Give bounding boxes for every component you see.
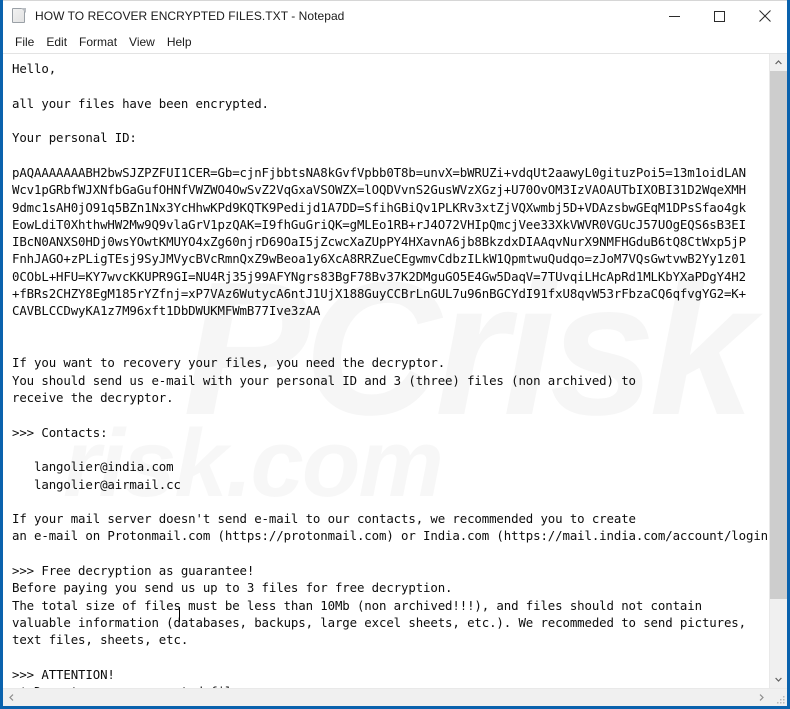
minimize-icon bbox=[669, 15, 680, 17]
text-editor[interactable]: PCrisk risk.com Hello, all your files ha… bbox=[3, 54, 769, 688]
scroll-up-button[interactable] bbox=[770, 54, 787, 71]
window-controls bbox=[652, 1, 787, 31]
editor-row: PCrisk risk.com Hello, all your files ha… bbox=[3, 53, 787, 688]
notepad-window: HOW TO RECOVER ENCRYPTED FILES.TXT - Not… bbox=[0, 0, 790, 709]
menu-item-view[interactable]: View bbox=[123, 32, 161, 52]
chevron-right-icon bbox=[759, 694, 764, 701]
minimize-button[interactable] bbox=[652, 1, 697, 31]
scroll-down-button[interactable] bbox=[770, 671, 787, 688]
text-caret bbox=[179, 607, 180, 622]
vertical-scroll-thumb[interactable] bbox=[770, 71, 787, 599]
menu-item-help[interactable]: Help bbox=[161, 32, 198, 52]
chevron-left-icon bbox=[9, 694, 14, 701]
menu-item-format[interactable]: Format bbox=[73, 32, 123, 52]
menu-item-file[interactable]: File bbox=[9, 32, 40, 52]
window-title: HOW TO RECOVER ENCRYPTED FILES.TXT - Not… bbox=[35, 9, 345, 23]
menu-item-edit[interactable]: Edit bbox=[40, 32, 73, 52]
resize-grip-icon bbox=[777, 696, 785, 704]
title-bar: HOW TO RECOVER ENCRYPTED FILES.TXT - Not… bbox=[3, 0, 787, 31]
close-icon bbox=[758, 10, 771, 22]
ransom-note-text: Hello, all your files have been encrypte… bbox=[12, 61, 769, 688]
chevron-up-icon bbox=[775, 60, 782, 65]
maximize-button[interactable] bbox=[697, 1, 742, 31]
title-bar-left: HOW TO RECOVER ENCRYPTED FILES.TXT - Not… bbox=[3, 8, 652, 24]
horizontal-scroll-track[interactable] bbox=[20, 689, 753, 706]
vertical-scroll-track[interactable] bbox=[770, 71, 787, 671]
maximize-icon bbox=[714, 10, 725, 22]
chevron-down-icon bbox=[775, 677, 782, 682]
client-area: PCrisk risk.com Hello, all your files ha… bbox=[3, 53, 787, 706]
menu-bar: File Edit Format View Help bbox=[3, 31, 787, 53]
horizontal-scrollbar[interactable] bbox=[3, 688, 787, 706]
scroll-left-button[interactable] bbox=[3, 689, 20, 706]
notepad-document-icon bbox=[12, 8, 27, 24]
close-button[interactable] bbox=[742, 1, 787, 31]
resize-grip[interactable] bbox=[770, 689, 787, 706]
vertical-scrollbar[interactable] bbox=[769, 54, 787, 688]
scroll-right-button[interactable] bbox=[753, 689, 770, 706]
